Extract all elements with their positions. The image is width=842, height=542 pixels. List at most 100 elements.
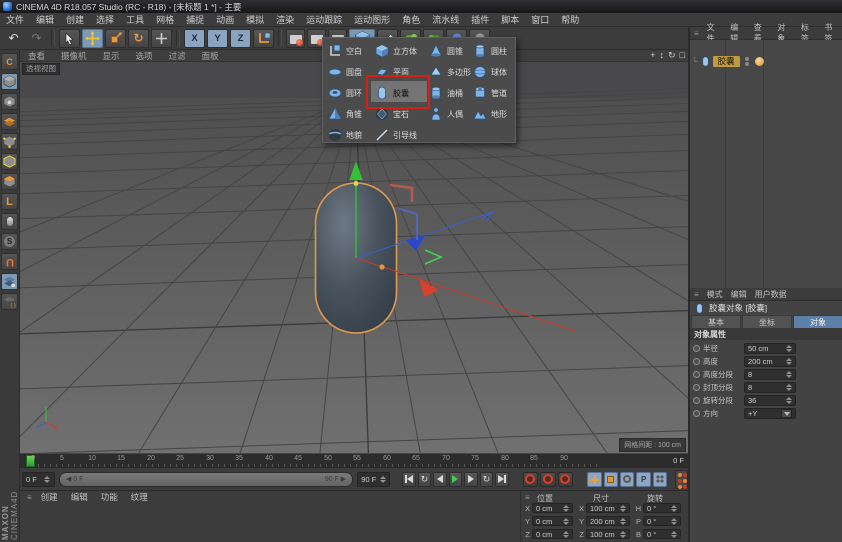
record-scale-toggle[interactable] <box>604 472 618 487</box>
view-label[interactable]: 透视视图 <box>22 63 60 75</box>
rotate-tool-button[interactable]: ↻ <box>128 29 149 48</box>
keyframe-circle-icon[interactable] <box>693 345 700 352</box>
rotation-b-field[interactable]: 0 ° <box>643 529 681 539</box>
primitive-item-landscape[interactable]: 地形 <box>473 104 507 124</box>
redo-button[interactable]: ↷ <box>26 29 47 48</box>
texture-mode-button[interactable] <box>1 93 18 110</box>
spinner[interactable] <box>785 396 792 405</box>
panel-menu-icon[interactable]: ≡ <box>25 493 34 502</box>
menu-motion-tracker[interactable]: 运动跟踪 <box>300 13 348 26</box>
spinner[interactable] <box>562 530 569 539</box>
primitive-item-torus[interactable]: 圆环 <box>328 83 362 103</box>
points-mode-button[interactable] <box>1 133 18 150</box>
primitive-item-capsule[interactable]: 胶囊 <box>375 83 409 103</box>
loop-button[interactable]: ↻ <box>480 472 494 487</box>
rotation-segments-field[interactable]: 36 <box>744 395 796 406</box>
primitive-item-cube[interactable]: 立方体 <box>375 41 417 61</box>
primitive-item-guide-line[interactable]: 引导线 <box>375 125 417 145</box>
menu-render[interactable]: 渲染 <box>270 13 300 26</box>
menu-pipeline[interactable]: 流水线 <box>426 13 465 26</box>
spinner[interactable] <box>619 517 626 526</box>
menu-create[interactable]: 创建 <box>60 13 90 26</box>
object-row-capsule[interactable]: └ 胶囊 <box>692 56 764 67</box>
keyframe-circle-icon[interactable] <box>693 358 700 365</box>
dropdown-arrow-icon[interactable] <box>781 409 792 418</box>
height-segments-field[interactable]: 8 <box>744 369 796 380</box>
primitive-item-tube[interactable]: 管道 <box>473 83 507 103</box>
spinner[interactable] <box>785 357 792 366</box>
spinner[interactable] <box>785 370 792 379</box>
render-view-button[interactable] <box>286 29 305 48</box>
mm-menu-texture[interactable]: 纹理 <box>125 491 154 503</box>
record-rotation-toggle[interactable] <box>620 472 634 487</box>
am-menu-userdata[interactable]: 用户数据 <box>751 289 791 300</box>
orientation-dropdown[interactable]: +Y <box>744 408 796 419</box>
cap-segments-field[interactable]: 8 <box>744 382 796 393</box>
primitive-item-oil-tank[interactable]: 油桶 <box>429 83 463 103</box>
record-parameter-toggle[interactable]: P <box>636 472 650 487</box>
primitive-item-null[interactable]: 空白 <box>328 41 362 61</box>
vp-menu-view[interactable]: 查看 <box>20 50 53 62</box>
position-y-field[interactable]: 0 cm <box>532 516 573 526</box>
timeline-ruler[interactable]: 0 5 10 15 20 25 30 35 40 45 50 55 60 65 … <box>20 453 688 467</box>
cycle-button[interactable]: ↻ <box>418 472 432 487</box>
editor-visibility-dot[interactable] <box>745 57 749 61</box>
menu-tools[interactable]: 工具 <box>120 13 150 26</box>
workplane-mode-button[interactable] <box>1 113 18 130</box>
am-menu-mode[interactable]: 模式 <box>703 289 727 300</box>
axis-lock-y-button[interactable]: Y <box>207 29 228 48</box>
snap-button[interactable]: S <box>1 233 18 250</box>
spinner[interactable] <box>562 517 569 526</box>
primitive-item-cylinder[interactable]: 圆柱 <box>473 41 507 61</box>
spinner[interactable] <box>785 344 792 353</box>
menu-script[interactable]: 脚本 <box>495 13 525 26</box>
workplane-lock-button[interactable] <box>1 273 18 290</box>
primitive-item-figure[interactable]: 人偶 <box>429 104 463 124</box>
spinner[interactable] <box>670 504 677 513</box>
primitive-item-pyramid[interactable]: 角锥 <box>328 104 362 124</box>
keyframe-circle-icon[interactable] <box>693 371 700 378</box>
goto-end-button[interactable] <box>495 472 509 487</box>
height-field[interactable]: 200 cm <box>744 356 796 367</box>
panel-menu-icon[interactable]: ≡ <box>690 29 703 38</box>
spinner[interactable] <box>670 517 677 526</box>
spinner[interactable] <box>670 530 677 539</box>
live-selection-button[interactable] <box>59 29 80 48</box>
vp-menu-panel[interactable]: 面板 <box>194 50 227 62</box>
pan-icon[interactable]: + <box>650 50 655 61</box>
menu-simulate[interactable]: 模拟 <box>240 13 270 26</box>
enable-axis-button[interactable]: L <box>1 193 18 210</box>
dolly-icon[interactable]: ↕ <box>660 50 665 61</box>
autokey-button[interactable] <box>540 472 555 487</box>
maximize-icon[interactable]: □ <box>680 50 685 61</box>
primitive-item-gem[interactable]: 宝石 <box>375 104 409 124</box>
phong-tag-icon[interactable] <box>755 57 764 66</box>
model-mode-button[interactable] <box>1 73 18 90</box>
viewport-solo-button[interactable] <box>1 213 18 230</box>
menu-edit[interactable]: 编辑 <box>30 13 60 26</box>
menu-mograph[interactable]: 运动图形 <box>348 13 396 26</box>
spinner[interactable] <box>379 475 386 484</box>
previous-frame-button[interactable] <box>433 472 447 487</box>
menu-select[interactable]: 选择 <box>90 13 120 26</box>
primitive-item-plane[interactable]: 平面 <box>375 62 409 82</box>
goto-start-button[interactable] <box>402 472 416 487</box>
menu-animate[interactable]: 动画 <box>210 13 240 26</box>
keyframe-circle-icon[interactable] <box>693 410 700 417</box>
menu-character[interactable]: 角色 <box>396 13 426 26</box>
vp-menu-camera[interactable]: 摄像机 <box>53 50 95 62</box>
frame-scrubber[interactable]: ◀ 0 F 90 F ▶ <box>59 472 353 487</box>
last-tool-button[interactable] <box>151 29 172 48</box>
tab-object[interactable]: 对象 <box>793 315 842 328</box>
menu-plugins[interactable]: 插件 <box>465 13 495 26</box>
position-z-field[interactable]: 0 cm <box>532 529 573 539</box>
move-tool-button[interactable] <box>82 29 103 48</box>
axis-lock-x-button[interactable]: X <box>184 29 205 48</box>
object-tree[interactable]: └ 胶囊 <box>690 40 842 288</box>
radius-handle-top[interactable] <box>354 181 359 186</box>
spinner[interactable] <box>44 475 51 484</box>
menu-help[interactable]: 帮助 <box>555 13 585 26</box>
keyframe-selection-button[interactable] <box>558 472 573 487</box>
make-editable-button[interactable]: C <box>1 53 18 70</box>
spinner[interactable] <box>785 383 792 392</box>
